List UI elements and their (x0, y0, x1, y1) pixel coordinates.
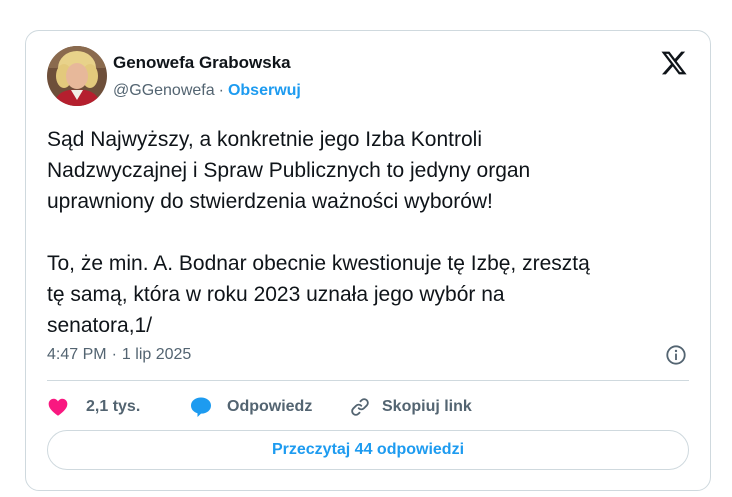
link-icon (351, 398, 369, 416)
tweet-card: Genowefa Grabowska @GGenowefa · Obserwuj S… (25, 30, 711, 491)
reply-bubble-icon (191, 397, 211, 417)
read-replies-button[interactable]: Przeczytaj 44 odpowiedzi (47, 430, 689, 470)
author-handle-row: @GGenowefa · Obserwuj (113, 82, 301, 100)
author-avatar[interactable] (47, 46, 107, 106)
heart-icon (48, 398, 68, 416)
author-name[interactable]: Genowefa Grabowska (113, 53, 291, 73)
copy-link-label: Skopiuj link (382, 398, 472, 415)
tweet-text: Sąd Najwyższy, a konkretnie jego Izba Ko… (47, 128, 590, 337)
tweet-date[interactable]: 1 lip 2025 (122, 346, 191, 363)
tweet-time[interactable]: 4:47 PM (47, 346, 107, 363)
author-handle[interactable]: @GGenowefa (113, 82, 215, 99)
tweet-meta: 4:47 PM · 1 lip 2025 (47, 346, 191, 364)
info-icon[interactable] (665, 344, 687, 366)
like-button[interactable]: 2,1 tys. (47, 396, 189, 418)
meta-separator: · (111, 346, 117, 363)
reply-label: Odpowiedz (227, 398, 313, 415)
reply-button[interactable]: Odpowiedz (189, 396, 349, 418)
x-logo-icon[interactable] (660, 49, 688, 77)
like-count: 2,1 tys. (86, 398, 141, 415)
separator-dot: · (218, 82, 224, 99)
copy-link-button[interactable]: Skopiuj link (349, 396, 472, 418)
actions-bar: 2,1 tys. Odpowiedz Skopiuj link (47, 395, 472, 419)
divider (47, 380, 689, 381)
follow-button[interactable]: Obserwuj (228, 82, 301, 99)
avatar-photo (47, 46, 107, 106)
